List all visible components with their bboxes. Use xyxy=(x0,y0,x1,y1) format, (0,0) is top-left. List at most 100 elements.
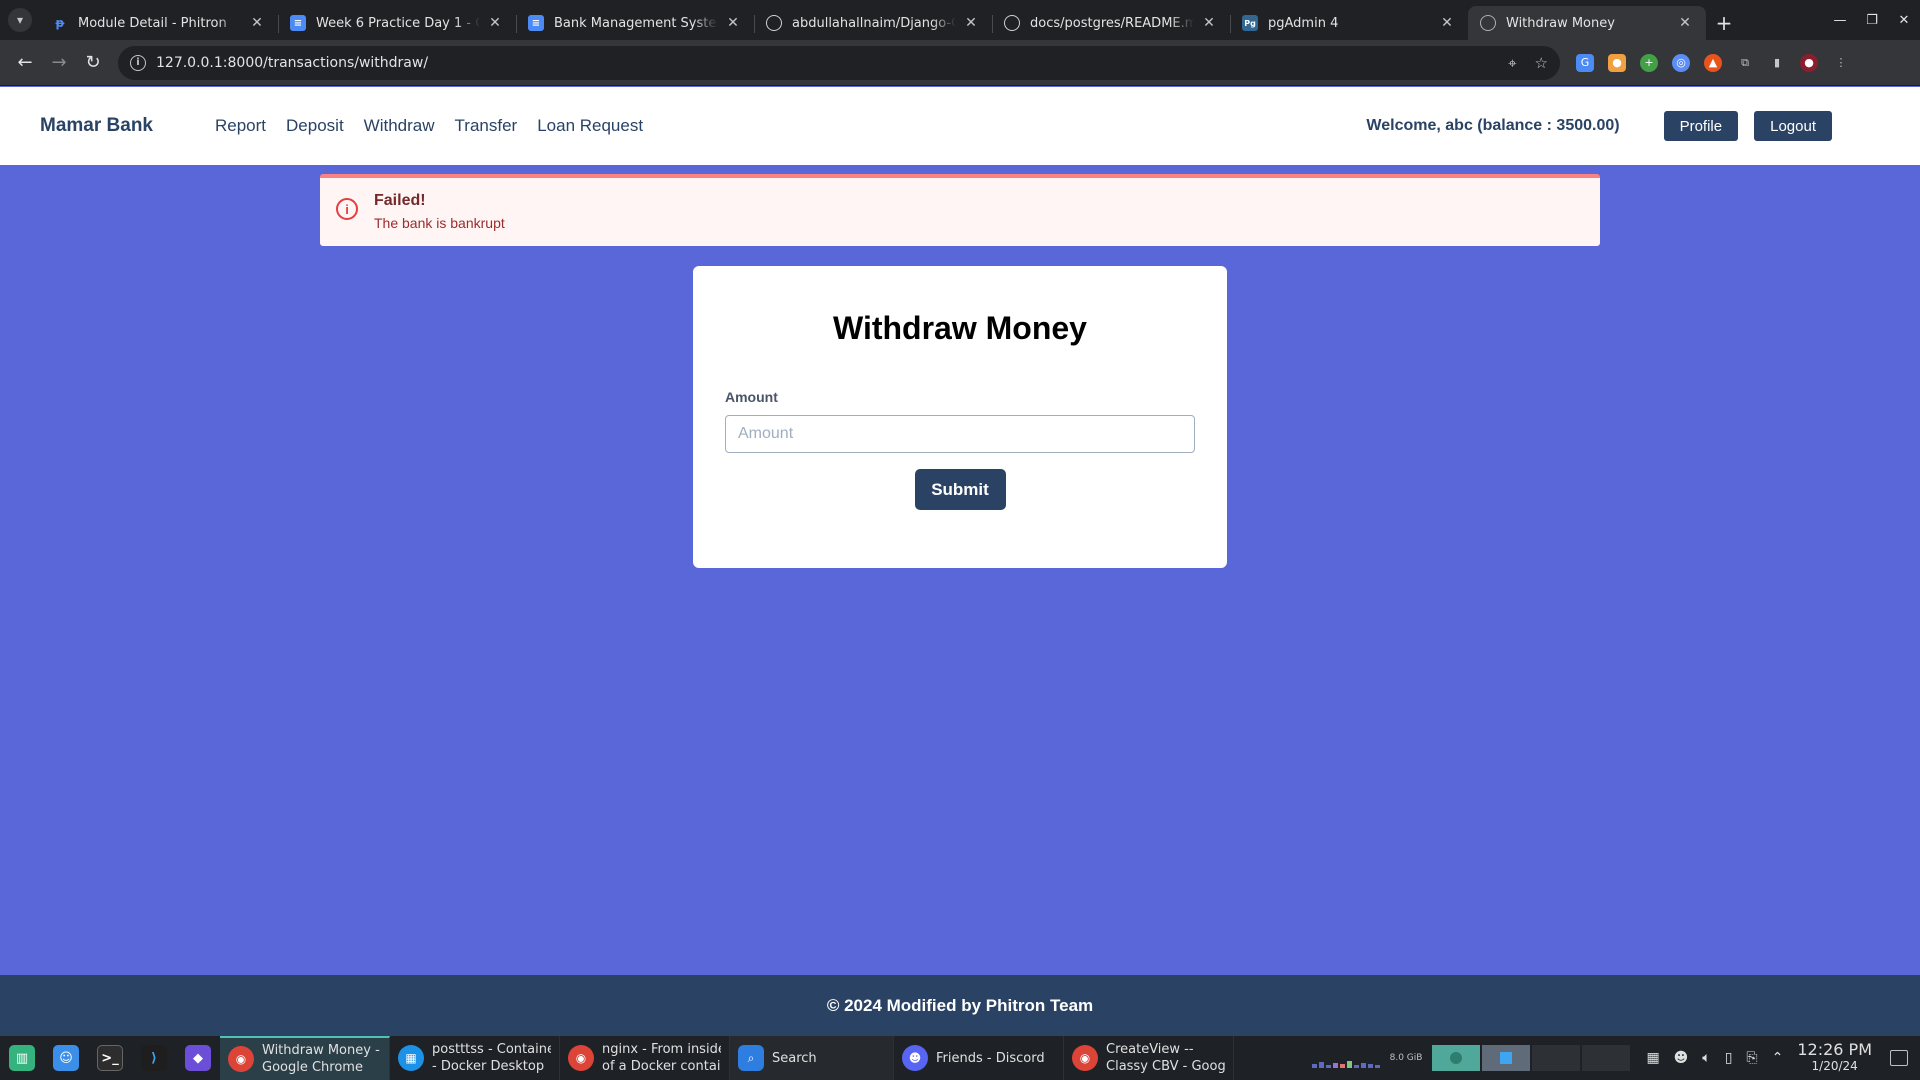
nav-link-transfer[interactable]: Transfer xyxy=(455,116,518,136)
nav-link-loan-request[interactable]: Loan Request xyxy=(537,116,643,136)
workspace-2[interactable] xyxy=(1482,1045,1531,1071)
chevron-up-icon[interactable]: ⌃ xyxy=(1772,1050,1784,1066)
globe-icon xyxy=(1480,15,1496,31)
browser-tab[interactable]: Pg pgAdmin 4 ✕ xyxy=(1230,6,1468,40)
close-tab-icon[interactable]: ✕ xyxy=(1200,14,1218,32)
extension-icon[interactable]: ● xyxy=(1608,53,1626,72)
chrome-icon: ◉ xyxy=(568,1045,594,1071)
puzzle-extensions-icon[interactable]: ⧉ xyxy=(1736,54,1754,72)
workspace-3[interactable] xyxy=(1532,1045,1581,1071)
back-button[interactable]: ← xyxy=(8,46,42,80)
tray-icons: ▦ ☻ 🔈︎ ▯ ⎘ ⌃ xyxy=(1646,1050,1783,1066)
close-tab-icon[interactable]: ✕ xyxy=(724,14,742,32)
address-bar[interactable]: i 127.0.0.1:8000/transactions/withdraw/ … xyxy=(118,45,1560,80)
close-tab-icon[interactable]: ✕ xyxy=(486,14,504,32)
close-window-icon[interactable]: ✕ xyxy=(1888,13,1920,28)
docker-icon: ▦ xyxy=(398,1045,424,1071)
site-info-icon[interactable]: i xyxy=(130,54,146,71)
close-tab-icon[interactable]: ✕ xyxy=(1438,14,1456,32)
new-tab-button[interactable]: + xyxy=(1706,6,1742,40)
close-tab-icon[interactable]: ✕ xyxy=(1676,14,1694,32)
extensions-area: G ● + ◎ ▲ ⧉ ▮ ● ⋮ xyxy=(1576,53,1850,72)
extension-plus-icon[interactable]: + xyxy=(1640,53,1658,72)
docs-icon: ≡ xyxy=(528,15,544,31)
amount-input[interactable] xyxy=(725,415,1195,453)
forward-button[interactable]: → xyxy=(42,46,76,80)
task-label-line1: Search xyxy=(772,1050,817,1066)
close-tab-icon[interactable]: ✕ xyxy=(962,14,980,32)
url-text[interactable]: 127.0.0.1:8000/transactions/withdraw/ xyxy=(156,55,1490,71)
docs-icon: ≡ xyxy=(290,15,306,31)
task-label-line1: CreateView -- xyxy=(1106,1042,1194,1057)
system-tray: 8.0 GiB ▦ ☻ 🔈︎ ▯ ⎘ ⌃ 12:26 PM 1/20/24 xyxy=(1311,1036,1920,1080)
submit-button[interactable]: Submit xyxy=(914,469,1006,510)
nav-link-report[interactable]: Report xyxy=(215,116,266,136)
clock-time: 12:26 PM xyxy=(1797,1040,1872,1059)
tab-search-button[interactable]: ▾ xyxy=(0,0,40,40)
taskbar-task[interactable]: ▦ postttss - Container - Docker Desktop xyxy=(390,1036,560,1080)
show-desktop-icon[interactable] xyxy=(1890,1050,1908,1066)
task-label-line2: - Docker Desktop xyxy=(432,1059,545,1074)
translate-extension-icon[interactable]: G xyxy=(1576,53,1594,72)
taskbar-task[interactable]: ◉ Withdraw Money - Google Chrome xyxy=(220,1036,390,1080)
app-launcher[interactable]: ◆ xyxy=(176,1036,220,1080)
discord-icon: ☻ xyxy=(902,1045,928,1071)
footer-copyright: © 2024 Modified by Phitron Team xyxy=(826,995,1094,1015)
task-label-line2: of a Docker contai... xyxy=(602,1059,721,1074)
browser-tab[interactable]: abdullahallnaim/Django-Course ✕ xyxy=(754,6,992,40)
side-panel-icon[interactable]: ▮ xyxy=(1768,54,1786,72)
volume-icon[interactable]: 🔈︎ xyxy=(1702,1050,1710,1066)
finder-launcher[interactable]: ☺ xyxy=(44,1036,88,1080)
location-pin-icon[interactable]: ⌖ xyxy=(1508,54,1516,72)
clock[interactable]: 12:26 PM 1/20/24 xyxy=(1797,1041,1872,1075)
close-tab-icon[interactable]: ✕ xyxy=(248,14,266,32)
withdraw-form-card: Withdraw Money Amount Submit xyxy=(693,266,1227,568)
start-menu-button[interactable]: ▥ xyxy=(0,1036,44,1080)
chrome-icon xyxy=(1450,1052,1463,1064)
battery-icon[interactable]: ▯ xyxy=(1725,1050,1733,1066)
file-manager-icon: ☺ xyxy=(53,1045,79,1071)
profile-avatar-icon[interactable]: ● xyxy=(1800,53,1818,72)
profile-button[interactable]: Profile xyxy=(1663,111,1739,141)
browser-tab[interactable]: docs/postgres/README.md ✕ xyxy=(992,6,1230,40)
minimize-icon[interactable]: — xyxy=(1824,13,1856,28)
window-controls: — ❐ ✕ xyxy=(1824,0,1920,40)
nav-link-deposit[interactable]: Deposit xyxy=(286,116,344,136)
tab-title: abdullahallnaim/Django-Course xyxy=(792,15,956,31)
github-icon xyxy=(766,15,782,31)
maximize-icon[interactable]: ❐ xyxy=(1856,13,1888,28)
browser-tab[interactable]: ≡ Week 6 Practice Day 1 - Google Docs ✕ xyxy=(278,6,516,40)
chevron-down-icon: ▾ xyxy=(8,8,32,32)
network-icon[interactable]: ⎘ xyxy=(1746,1050,1757,1066)
taskbar-task[interactable]: ◉ nginx - From inside of a Docker contai.… xyxy=(560,1036,730,1080)
docker-tray-icon[interactable]: ▦ xyxy=(1646,1050,1659,1066)
extension-search-icon[interactable]: ◎ xyxy=(1672,53,1690,72)
taskbar-search[interactable]: ⌕ Search xyxy=(730,1036,894,1080)
browser-tab[interactable]: ᵽ Module Detail - Phitron ✕ xyxy=(40,6,278,40)
chrome-icon: ◉ xyxy=(1072,1045,1098,1071)
brand-logo[interactable]: Mamar Bank xyxy=(40,115,153,137)
tab-title: Withdraw Money xyxy=(1506,15,1615,31)
os-taskbar: ▥ ☺ >_ ⟩ ◆ ◉ Withdraw Money - Google Chro… xyxy=(0,1036,1920,1080)
workspace-4[interactable] xyxy=(1582,1045,1631,1071)
workspace-1[interactable] xyxy=(1432,1045,1481,1071)
taskbar-task[interactable]: ◉ CreateView -- Classy CBV - Goog... xyxy=(1064,1036,1234,1080)
discord-tray-icon[interactable]: ☻ xyxy=(1674,1050,1689,1066)
github-icon xyxy=(1004,15,1020,31)
reload-button[interactable]: ↻ xyxy=(76,46,110,80)
menu-kebab-icon[interactable]: ⋮ xyxy=(1832,54,1850,72)
task-label-line2: Classy CBV - Goog... xyxy=(1106,1059,1225,1074)
terminal-launcher[interactable]: >_ xyxy=(88,1036,132,1080)
alert-info-icon: i xyxy=(336,198,358,220)
taskbar-task[interactable]: ☻ Friends - Discord xyxy=(894,1036,1064,1080)
vscode-launcher[interactable]: ⟩ xyxy=(132,1036,176,1080)
bookmark-star-icon[interactable]: ☆ xyxy=(1535,54,1548,72)
nav-link-withdraw[interactable]: Withdraw xyxy=(364,116,435,136)
browser-tab-active[interactable]: Withdraw Money ✕ xyxy=(1468,6,1706,40)
extension-lock-icon[interactable]: ▲ xyxy=(1704,53,1722,72)
browser-tab[interactable]: ≡ Bank Management System ✕ xyxy=(516,6,754,40)
logout-button[interactable]: Logout xyxy=(1754,111,1832,141)
welcome-balance-text: Welcome, abc (balance : 3500.00) xyxy=(1366,117,1620,134)
task-label-line1: Friends - Discord xyxy=(936,1050,1045,1066)
task-label-line1: postttss - Container xyxy=(432,1042,551,1057)
